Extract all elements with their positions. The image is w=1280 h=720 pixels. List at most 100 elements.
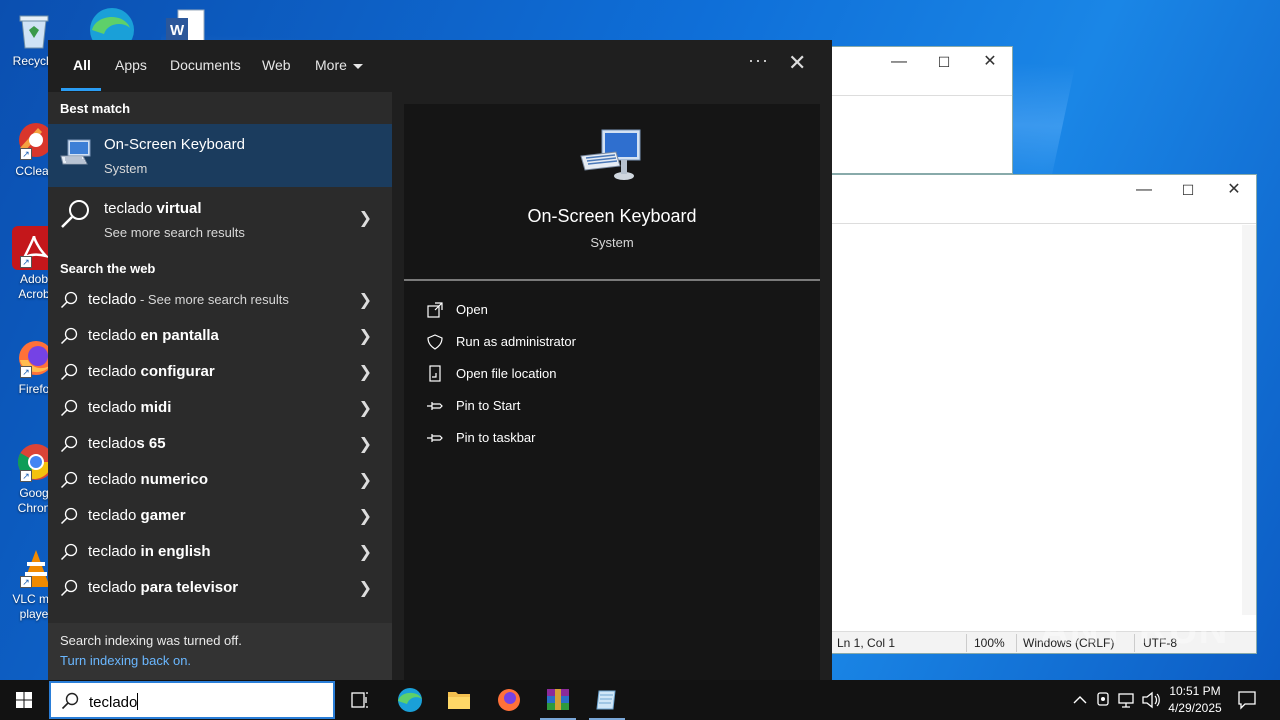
tray-network[interactable]: [1116, 680, 1138, 720]
search-tabs: All Apps Documents Web More ··· ✕: [48, 40, 832, 92]
minimize-icon[interactable]: —: [1121, 175, 1167, 205]
tab-all[interactable]: All: [73, 57, 91, 73]
detail-title: On-Screen Keyboard: [527, 206, 697, 226]
divider: [1016, 634, 1017, 652]
chevron-right-icon[interactable]: ❯: [359, 208, 372, 228]
search-icon: [60, 579, 78, 597]
web-search-result[interactable]: teclados 65 ❯: [48, 426, 392, 462]
pin-to-start-action[interactable]: Pin to Start: [426, 394, 726, 418]
taskbar-notepad[interactable]: [583, 680, 631, 720]
web-search-result[interactable]: teclado configurar ❯: [48, 354, 392, 390]
close-icon[interactable]: ✕: [967, 47, 1013, 77]
taskbar-winrar[interactable]: [534, 680, 582, 720]
tray-volume[interactable]: [1140, 680, 1162, 720]
action-label: Pin to Start: [456, 398, 521, 413]
search-query-text: teclado: [89, 694, 138, 711]
search-panel: All Apps Documents Web More ··· ✕ Best m…: [48, 40, 832, 680]
firefox-icon: [498, 689, 520, 711]
web-search-result[interactable]: teclado - See more search results ❯: [48, 282, 392, 318]
chevron-right-icon[interactable]: ❯: [359, 326, 372, 346]
divider: [831, 223, 1256, 224]
more-options-icon[interactable]: ···: [748, 50, 769, 71]
suggestion-title: teclado virtual: [104, 200, 202, 217]
winrar-icon: [547, 689, 569, 710]
tab-more[interactable]: More: [315, 57, 363, 73]
vertical-scrollbar[interactable]: [1242, 225, 1256, 615]
web-search-result[interactable]: teclado midi ❯: [48, 390, 392, 426]
shortcut-arrow-icon: ↗: [20, 256, 32, 268]
chevron-right-icon[interactable]: ❯: [359, 362, 372, 382]
web-search-result[interactable]: teclado en pantalla ❯: [48, 318, 392, 354]
shortcut-arrow-icon: ↗: [20, 576, 32, 588]
notepad-window[interactable]: — ☐ ✕ Ln 1, Col 1 100% Windows (CRLF) UT…: [830, 174, 1257, 654]
shortcut-arrow-icon: ↗: [20, 366, 32, 378]
web-result-prefix: teclado: [88, 579, 141, 596]
show-hidden-icons[interactable]: [1068, 680, 1092, 720]
task-view-button[interactable]: [336, 680, 384, 720]
taskbar-edge[interactable]: [386, 680, 434, 720]
chevron-right-icon[interactable]: ❯: [359, 470, 372, 490]
maximize-icon[interactable]: ☐: [921, 47, 967, 77]
desktop-icon-label: Firefo: [18, 382, 50, 396]
close-icon[interactable]: ✕: [1211, 175, 1257, 205]
web-result-bold: configurar: [140, 363, 215, 380]
open-action[interactable]: Open: [426, 298, 726, 322]
search-icon: [60, 471, 78, 489]
device-icon: [1097, 692, 1109, 706]
chevron-right-icon[interactable]: ❯: [359, 542, 372, 562]
results-list: Best match On-Screen Keyboard System tec…: [48, 92, 392, 680]
web-result-text: teclado para televisor: [88, 579, 238, 596]
search-suggestion-virtual[interactable]: teclado virtual See more search results …: [48, 188, 392, 250]
tab-apps[interactable]: Apps: [115, 57, 147, 73]
desktop-icon-word[interactable]: W: [164, 8, 208, 43]
pin-to-taskbar-action[interactable]: Pin to taskbar: [426, 426, 726, 450]
open-file-location-action[interactable]: Open file location: [426, 362, 726, 386]
tray-device[interactable]: [1094, 680, 1114, 720]
clock[interactable]: 10:51 PM 4/29/2025: [1160, 683, 1230, 717]
action-label: Pin to taskbar: [456, 430, 536, 445]
chevron-right-icon[interactable]: ❯: [359, 506, 372, 526]
chevron-right-icon[interactable]: ❯: [359, 434, 372, 454]
best-match-result[interactable]: On-Screen Keyboard System: [48, 124, 392, 187]
active-tab-indicator: [61, 88, 101, 91]
web-search-result[interactable]: teclado in english ❯: [48, 534, 392, 570]
detail-subtitle: System: [590, 235, 634, 250]
best-match-subtitle: System: [104, 161, 148, 176]
background-window[interactable]: — ☐ ✕: [830, 46, 1013, 174]
action-label: Open file location: [456, 366, 557, 381]
start-button[interactable]: [0, 680, 48, 720]
minimize-icon[interactable]: —: [876, 47, 922, 77]
web-result-text: teclado en pantalla: [88, 327, 219, 344]
web-result-prefix: teclado: [88, 291, 137, 308]
taskbar-file-explorer[interactable]: [435, 680, 483, 720]
taskbar-firefox[interactable]: [485, 680, 533, 720]
clock-date: 4/29/2025: [1168, 701, 1222, 715]
close-icon[interactable]: ✕: [788, 50, 806, 76]
search-input[interactable]: teclado: [49, 681, 335, 719]
word-icon: W: [166, 9, 205, 43]
chevron-right-icon[interactable]: ❯: [359, 578, 372, 598]
turn-indexing-on-link[interactable]: Turn indexing back on.: [60, 653, 191, 668]
desktop-icon-edge[interactable]: [84, 4, 136, 52]
search-icon: [60, 507, 78, 525]
cursor-position: Ln 1, Col 1: [837, 636, 896, 650]
web-search-result[interactable]: teclado gamer ❯: [48, 498, 392, 534]
maximize-icon[interactable]: ☐: [1165, 175, 1211, 205]
run-as-administrator-action[interactable]: Run as administrator: [426, 330, 726, 354]
web-result-bold: midi: [140, 399, 172, 416]
shortcut-arrow-icon: ↗: [20, 148, 32, 160]
keyboard-icon: [60, 139, 91, 165]
tab-web[interactable]: Web: [262, 57, 291, 73]
chevron-right-icon[interactable]: ❯: [359, 398, 372, 418]
tab-documents[interactable]: Documents: [170, 57, 241, 73]
web-result-bold: numerico: [140, 471, 209, 488]
web-result-bold: in english: [140, 543, 211, 560]
search-icon: [61, 692, 79, 710]
desktop-icon-label: Goog Chron: [17, 486, 51, 515]
action-center-button[interactable]: [1236, 689, 1258, 711]
edge-icon: [90, 8, 134, 52]
web-search-result[interactable]: teclado numerico ❯: [48, 462, 392, 498]
search-web-heading: Search the web: [60, 261, 156, 276]
web-search-result[interactable]: teclado para televisor ❯: [48, 570, 392, 606]
chevron-right-icon[interactable]: ❯: [359, 290, 372, 310]
